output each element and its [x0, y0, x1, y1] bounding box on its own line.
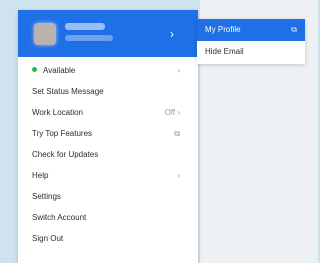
menu-item-switch-account[interactable]: Switch Account [18, 207, 198, 228]
submenu-item-label: Hide Email [205, 47, 244, 56]
menu-item-label: Set Status Message [32, 87, 104, 96]
profile-menu: › Available › Set Status Message Work Lo… [18, 10, 198, 263]
submenu-item-hide-email[interactable]: Hide Email [197, 41, 305, 63]
menu-item-label: Switch Account [32, 213, 87, 222]
menu-item-work-location[interactable]: Work Location Off › [18, 102, 198, 123]
menu-item-sign-out[interactable]: Sign Out [18, 228, 198, 249]
menu-item-help[interactable]: Help › [18, 165, 198, 186]
menu-item-label: Work Location [32, 108, 83, 117]
menu-item-set-status-message[interactable]: Set Status Message [18, 81, 198, 102]
menu-item-label: Sign Out [32, 234, 64, 243]
menu-item-label: Try Top Features [32, 129, 93, 138]
chevron-right-icon: › [170, 27, 174, 41]
profile-header[interactable]: › [18, 10, 198, 57]
submenu-item-label: My Profile [205, 25, 241, 34]
work-location-value: Off › [164, 108, 180, 117]
menu-item-check-for-updates[interactable]: Check for Updates [18, 144, 198, 165]
external-link-icon: ⧉ [291, 25, 297, 34]
menu-item-settings[interactable]: Settings [18, 186, 198, 207]
avatar [34, 23, 56, 45]
menu-item-available[interactable]: Available › [18, 60, 198, 81]
chevron-right-icon: › [177, 171, 180, 180]
external-link-icon: ⧉ [174, 129, 180, 138]
profile-email-redacted [65, 35, 113, 41]
menu-item-label: Available [43, 66, 76, 75]
profile-submenu: My Profile ⧉ Hide Email [197, 19, 305, 64]
menu-item-label: Help [32, 171, 49, 180]
status-dot-icon [32, 67, 37, 72]
profile-name-redacted [65, 23, 105, 30]
menu-item-label: Settings [32, 192, 61, 201]
submenu-item-my-profile[interactable]: My Profile ⧉ [197, 19, 305, 41]
menu-item-label: Check for Updates [32, 150, 99, 159]
menu-item-try-top-features[interactable]: Try Top Features ⧉ [18, 123, 198, 144]
menu-list: Available › Set Status Message Work Loca… [18, 60, 198, 249]
chevron-right-icon: › [177, 66, 180, 75]
